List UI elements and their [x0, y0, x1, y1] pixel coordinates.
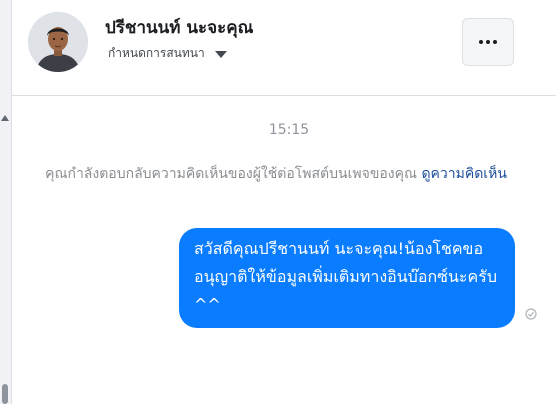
avatar-photo — [28, 12, 88, 72]
contact-name[interactable]: ปรีชานนท์ นะจะคุณ — [105, 14, 253, 41]
conversation-settings-label: กำหนดการสนทนา — [108, 45, 205, 60]
conversation-settings-dropdown[interactable]: กำหนดการสนทนา — [108, 44, 227, 62]
outgoing-message-bubble[interactable]: สวัสดีคุณปรีชานนท์ นะจะคุณ!น้องโชคขออนุญ… — [179, 228, 515, 328]
reply-context-notice: คุณกำลังตอบกลับความคิดเห็นของผู้ใช้ต่อโพ… — [36, 162, 516, 186]
more-options-button[interactable] — [462, 18, 514, 66]
caret-down-icon — [214, 51, 227, 58]
scrollbar-thumb[interactable] — [2, 384, 8, 404]
seen-check-icon — [525, 308, 537, 320]
conversation-header: ปรีชานนท์ นะจะคุณ กำหนดการสนทนา — [12, 0, 556, 96]
view-comment-link[interactable]: ดูความคิดเห็น — [421, 166, 506, 182]
message-timestamp: 15:15 — [268, 122, 310, 138]
avatar[interactable] — [28, 12, 88, 72]
scroll-up-arrow-icon[interactable] — [1, 115, 9, 121]
reply-context-text: คุณกำลังตอบกลับความคิดเห็นของผู้ใช้ต่อโพ… — [45, 166, 417, 182]
more-horizontal-icon — [479, 40, 497, 44]
left-scrollbar[interactable] — [0, 0, 12, 404]
